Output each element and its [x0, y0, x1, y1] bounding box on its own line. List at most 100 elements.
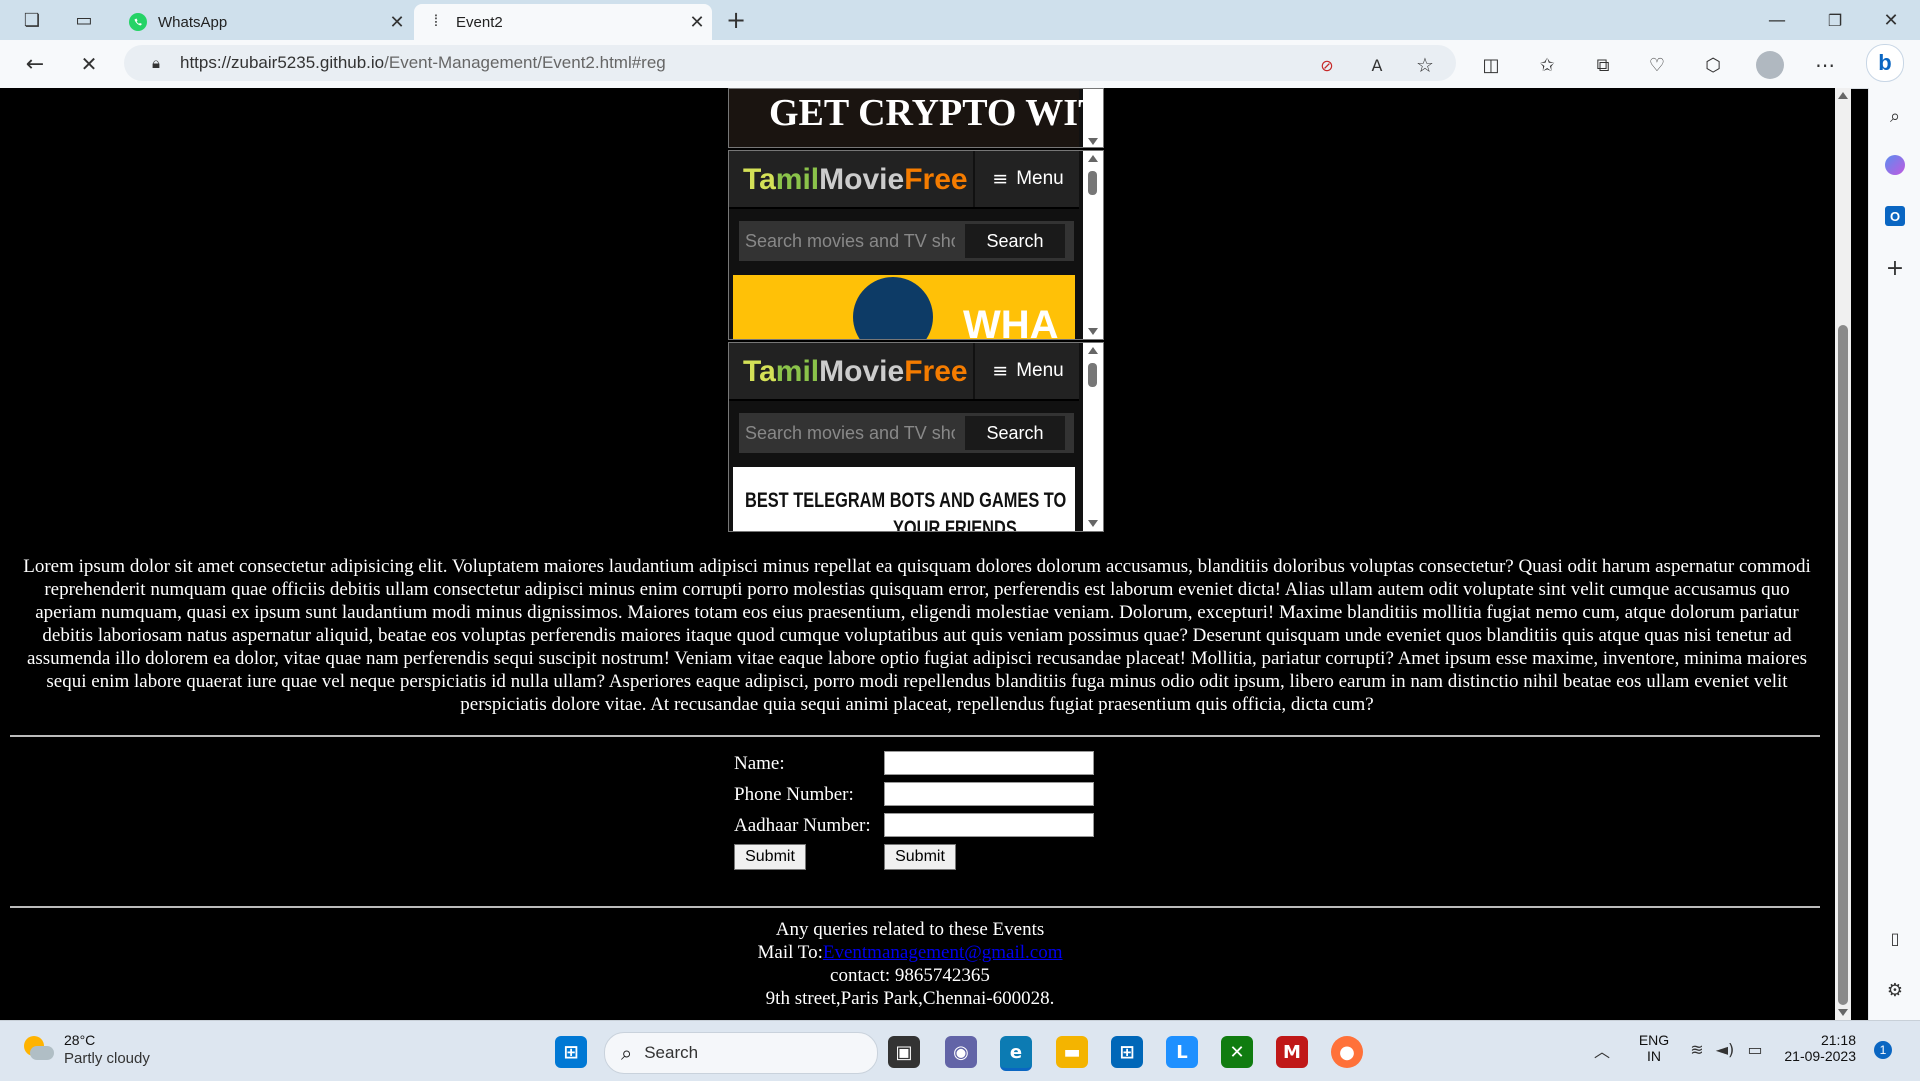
lang-secondary: IN — [1647, 1048, 1661, 1064]
volume-icon[interactable]: ◄) — [1714, 1038, 1736, 1060]
tmf-banner[interactable]: WHA — [733, 275, 1075, 339]
hamburger-icon: ≡ — [992, 168, 1009, 190]
collections-icon[interactable]: ⧉ — [1590, 52, 1616, 78]
weather-temp[interactable]: 28°C — [64, 1032, 95, 1048]
taskbar-search[interactable]: ⌕ Search — [604, 1032, 878, 1074]
close-tab-icon[interactable]: ✕ — [682, 12, 712, 33]
copilot-icon[interactable]: b — [1866, 44, 1904, 82]
tmf-logo[interactable]: TamilMovieFree — [743, 163, 968, 197]
ad-banner-text: GET CRYPTO WIT — [769, 92, 1104, 134]
tab-actions-icon[interactable]: ▭ — [70, 8, 98, 32]
tmf-banner-text: WHA — [963, 303, 1059, 339]
sidebar-settings-icon[interactable]: ⚙ — [1883, 978, 1907, 1002]
weather-icon[interactable] — [20, 1032, 56, 1066]
date: 21-09-2023 — [1784, 1048, 1856, 1064]
lock-icon[interactable]: 🔒︎ — [144, 54, 168, 72]
browser-essentials-icon[interactable]: ♡ — [1644, 52, 1670, 78]
divider — [10, 906, 1820, 908]
logo-part: Movie — [819, 355, 905, 388]
scrollbar-thumb[interactable] — [1838, 325, 1848, 1005]
windows-start-icon[interactable]: ⊞ — [555, 1036, 587, 1068]
email-link[interactable]: Eventmanagement@gmail.com — [823, 942, 1063, 963]
notification-badge[interactable]: 1 — [1874, 1041, 1892, 1059]
ad-frame-tmf-2[interactable]: TamilMovieFree ≡ Menu Search movies and … — [728, 342, 1104, 532]
time: 21:18 — [1820, 1032, 1856, 1048]
read-aloud-icon[interactable]: A — [1364, 52, 1390, 78]
tab-event2[interactable]: ⁞ Event2 ✕ — [414, 4, 712, 40]
ad-scrollbar[interactable] — [1083, 89, 1103, 147]
stop-loading-icon[interactable]: ✕ — [74, 50, 104, 78]
tmf-menu-button[interactable]: ≡ Menu — [973, 343, 1081, 399]
tmf-search-button[interactable]: Search — [965, 416, 1065, 450]
name-field[interactable] — [884, 751, 1094, 775]
logo-part: mil — [775, 355, 820, 388]
more-menu-icon[interactable]: ⋯ — [1812, 52, 1838, 78]
loading-icon: ⁞ — [433, 13, 439, 30]
back-icon[interactable]: ← — [20, 50, 50, 78]
language-indicator[interactable]: ENG IN — [1636, 1032, 1672, 1064]
l-app-icon[interactable]: L — [1166, 1036, 1198, 1068]
task-view-icon[interactable]: ▣ — [888, 1036, 920, 1068]
ad-scrollbar[interactable] — [1083, 151, 1103, 339]
whatsapp-icon — [128, 12, 148, 32]
battery-icon[interactable]: ▭ — [1744, 1038, 1766, 1060]
menu-label: Menu — [1016, 360, 1064, 381]
ad-frame-crypto[interactable]: GET CRYPTO WIT — [728, 88, 1104, 148]
lang-primary: ENG — [1638, 1032, 1670, 1048]
taskbar-search-label: Search — [644, 1043, 699, 1062]
aadhaar-field[interactable] — [884, 813, 1094, 837]
address-bar[interactable]: 🔒︎ https://zubair5235.github.io/Event-Ma… — [124, 45, 1456, 81]
copilot-sidebar-icon[interactable] — [1885, 155, 1905, 175]
xbox-icon[interactable]: ✕ — [1221, 1036, 1253, 1068]
tmf-banner[interactable]: BEST TELEGRAM BOTS AND GAMES TO YOUR FRI… — [733, 467, 1075, 531]
split-screen-icon[interactable]: ◫ — [1478, 52, 1504, 78]
outlook-icon[interactable]: O — [1885, 206, 1905, 226]
add-sidebar-app-icon[interactable]: + — [1883, 256, 1907, 281]
restore-icon[interactable]: ❐ — [1820, 8, 1850, 32]
minimize-icon[interactable]: — — [1762, 8, 1792, 32]
logo-part: Movie — [819, 163, 905, 196]
wifi-icon[interactable]: ≋ — [1686, 1038, 1708, 1060]
tab-whatsapp[interactable]: WhatsApp ✕ — [116, 4, 412, 40]
microsoft-store-icon[interactable]: ⊞ — [1111, 1036, 1143, 1068]
profile-avatar[interactable] — [1756, 51, 1784, 79]
tmf-search-input[interactable]: Search movies and TV sho — [745, 417, 955, 449]
tmf-search-bar: Search movies and TV sho Search — [739, 413, 1074, 453]
logo-part: mil — [775, 163, 820, 196]
favorite-star-icon[interactable]: ☆ — [1412, 52, 1438, 78]
favorites-icon[interactable]: ✩ — [1534, 52, 1560, 78]
submit-button-2[interactable]: Submit — [884, 844, 956, 870]
close-window-icon[interactable]: ✕ — [1876, 8, 1906, 32]
file-explorer-icon[interactable]: ▬ — [1056, 1036, 1088, 1068]
mcafee-icon[interactable]: M — [1276, 1036, 1308, 1068]
workspaces-icon[interactable]: ❏ — [18, 8, 46, 32]
logo-part: Free — [904, 163, 968, 196]
tmf-menu-button[interactable]: ≡ Menu — [973, 151, 1081, 207]
tmf-header: TamilMovieFree ≡ Menu — [729, 151, 1079, 209]
extensions-icon[interactable]: ⬡ — [1700, 52, 1726, 78]
url-host: https://zubair5235.github.io — [180, 53, 385, 72]
ad-scrollbar[interactable] — [1083, 343, 1103, 531]
tmf-header: TamilMovieFree ≡ Menu — [729, 343, 1079, 401]
new-tab-icon[interactable]: + — [722, 6, 750, 34]
tmf-search-input[interactable]: Search movies and TV sho — [745, 225, 955, 257]
show-hidden-icons-icon[interactable]: ︿ — [1590, 1038, 1614, 1062]
teams-icon[interactable]: ◉ — [945, 1036, 977, 1068]
footer-mail: Mail To:Eventmanagement@gmail.com — [0, 942, 1870, 964]
tmf-logo[interactable]: TamilMovieFree — [743, 355, 968, 389]
weather-desc[interactable]: Partly cloudy — [64, 1050, 150, 1067]
clock[interactable]: 21:18 21-09-2023 — [1780, 1032, 1856, 1064]
logo-part: Free — [904, 355, 968, 388]
footer-address: 9th street,Paris Park,Chennai-600028. — [765, 988, 1055, 1009]
submit-button[interactable]: Submit — [734, 844, 806, 870]
search-icon[interactable]: ⌕ — [1883, 104, 1907, 128]
ad-frame-tmf-1[interactable]: TamilMovieFree ≡ Menu Search movies and … — [728, 150, 1104, 340]
edge-taskbar-icon[interactable]: e — [1000, 1036, 1032, 1071]
menu-label: Menu — [1016, 168, 1064, 189]
tmf-search-button[interactable]: Search — [965, 224, 1065, 258]
hide-sidebar-icon[interactable]: ▯ — [1883, 926, 1907, 950]
phone-field[interactable] — [884, 782, 1094, 806]
firefox-icon[interactable]: ● — [1331, 1036, 1363, 1068]
tracking-blocked-icon[interactable]: ⊘ — [1314, 52, 1340, 78]
close-tab-icon[interactable]: ✕ — [382, 12, 412, 33]
